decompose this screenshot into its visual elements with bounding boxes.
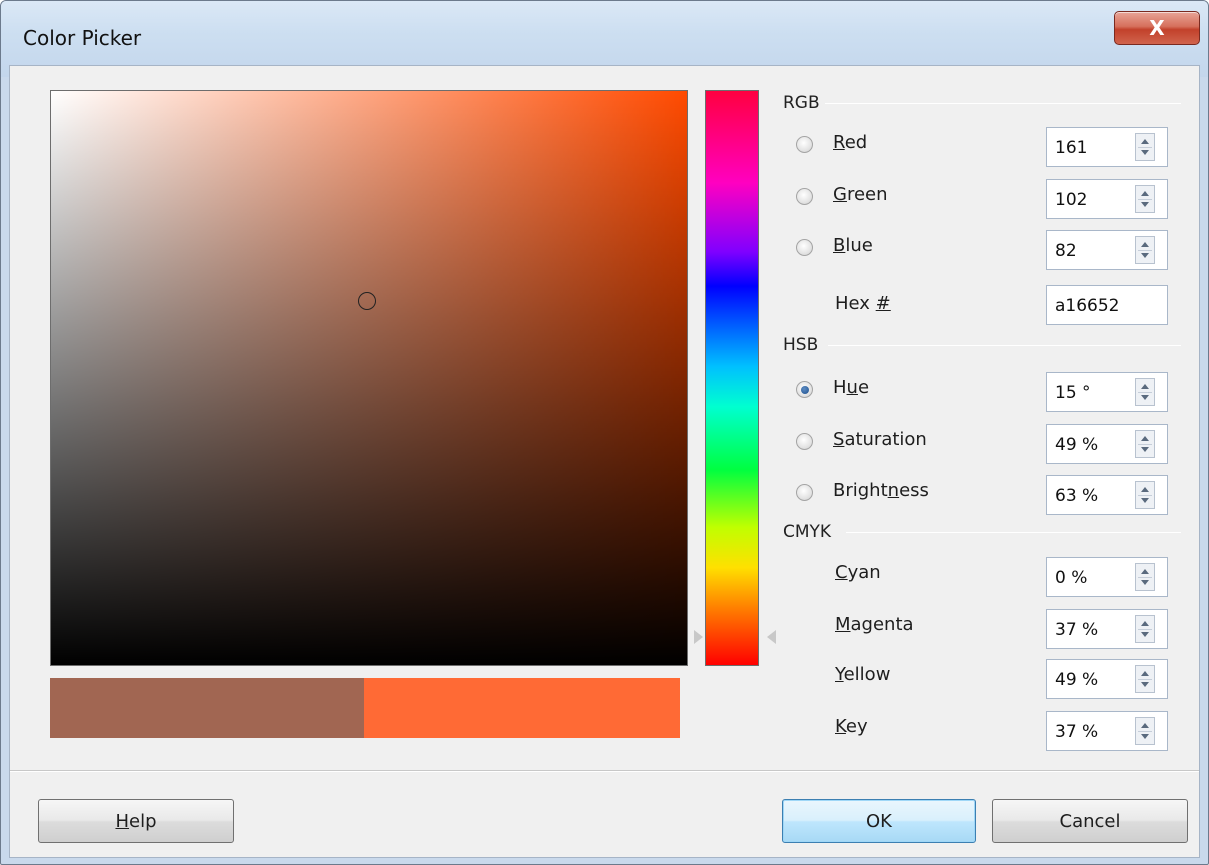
brightness-radio[interactable]	[796, 484, 813, 501]
hue-slider-frame	[705, 90, 759, 666]
blue-label: Blue	[833, 235, 873, 256]
new-color-preview	[364, 678, 680, 738]
hue-slider-right-arrow-icon[interactable]	[767, 630, 776, 644]
blue-spinbox[interactable]: 82	[1046, 230, 1168, 270]
hsb-group-divider	[828, 345, 1181, 346]
yellow-value: 49 %	[1055, 670, 1099, 690]
hue-slider-left-arrow-icon[interactable]	[694, 630, 703, 644]
color-cursor-handle[interactable]	[358, 292, 376, 310]
green-radio[interactable]	[796, 188, 813, 205]
cyan-label: Cyan	[835, 562, 881, 583]
spin-up-icon[interactable]	[1141, 384, 1149, 389]
spin-up-icon[interactable]	[1141, 139, 1149, 144]
hue-label: Hue	[833, 377, 870, 398]
yellow-label: Yellow	[835, 664, 891, 685]
spin-down-icon[interactable]	[1141, 498, 1149, 503]
red-spin-arrows[interactable]	[1135, 133, 1155, 161]
dialog-body: RGB Red 161 Green 102 Blue 82 Hex # a166…	[9, 65, 1200, 858]
cancel-button-label: Cancel	[1059, 810, 1121, 832]
hue-radio[interactable]	[796, 381, 813, 398]
spin-up-icon[interactable]	[1141, 242, 1149, 247]
cancel-button[interactable]: Cancel	[992, 799, 1188, 843]
spin-down-icon[interactable]	[1141, 734, 1149, 739]
spin-up-icon[interactable]	[1141, 621, 1149, 626]
saturation-spin-arrows[interactable]	[1135, 430, 1155, 458]
brightness-label: Brightness	[833, 480, 929, 501]
spin-down-icon[interactable]	[1141, 202, 1149, 207]
saturation-value: 49 %	[1055, 435, 1099, 455]
key-spin-arrows[interactable]	[1135, 717, 1155, 745]
spin-up-icon[interactable]	[1141, 723, 1149, 728]
cmyk-group-divider	[846, 532, 1181, 533]
spin-down-icon[interactable]	[1141, 580, 1149, 585]
hex-input[interactable]: a16652	[1046, 285, 1168, 325]
spin-up-icon[interactable]	[1141, 487, 1149, 492]
green-spin-arrows[interactable]	[1135, 185, 1155, 213]
rgb-group-divider	[825, 103, 1181, 104]
hsb-group-label: HSB	[783, 335, 819, 355]
brightness-spin-arrows[interactable]	[1135, 481, 1155, 509]
yellow-spin-arrows[interactable]	[1135, 665, 1155, 693]
hue-value: 15 °	[1055, 383, 1091, 403]
spin-up-icon[interactable]	[1141, 569, 1149, 574]
saturation-radio[interactable]	[796, 433, 813, 450]
cyan-spin-arrows[interactable]	[1135, 563, 1155, 591]
close-icon: X	[1149, 16, 1165, 40]
yellow-spinbox[interactable]: 49 %	[1046, 659, 1168, 699]
spin-down-icon[interactable]	[1141, 150, 1149, 155]
magenta-value: 37 %	[1055, 620, 1099, 640]
hue-slider[interactable]	[706, 91, 758, 665]
saturation-brightness-frame	[50, 90, 688, 666]
hex-value: a16652	[1055, 296, 1120, 316]
spin-up-icon[interactable]	[1141, 436, 1149, 441]
saturation-brightness-area[interactable]	[51, 91, 687, 665]
cyan-spinbox[interactable]: 0 %	[1046, 557, 1168, 597]
spin-down-icon[interactable]	[1141, 447, 1149, 452]
color-picker-dialog: Color Picker X RGB Red 161 Green 102 Blu…	[0, 0, 1209, 865]
ok-button-label: OK	[866, 810, 892, 832]
current-color-preview	[50, 678, 364, 738]
brightness-spinbox[interactable]: 63 %	[1046, 475, 1168, 515]
red-value: 161	[1055, 138, 1088, 158]
green-value: 102	[1055, 190, 1088, 210]
hex-label: Hex #	[835, 293, 891, 314]
key-spinbox[interactable]: 37 %	[1046, 711, 1168, 751]
spin-down-icon[interactable]	[1141, 253, 1149, 258]
spin-down-icon[interactable]	[1141, 395, 1149, 400]
saturation-spinbox[interactable]: 49 %	[1046, 424, 1168, 464]
help-button[interactable]: Help	[38, 799, 234, 843]
red-spinbox[interactable]: 161	[1046, 127, 1168, 167]
spin-down-icon[interactable]	[1141, 682, 1149, 687]
brightness-value: 63 %	[1055, 486, 1099, 506]
window-title: Color Picker	[23, 26, 142, 50]
saturation-label: Saturation	[833, 429, 927, 450]
magenta-spin-arrows[interactable]	[1135, 615, 1155, 643]
key-label: Key	[835, 716, 868, 737]
blue-radio[interactable]	[796, 239, 813, 256]
green-label: Green	[833, 184, 888, 205]
red-label: Red	[833, 132, 868, 153]
red-radio[interactable]	[796, 136, 813, 153]
spin-up-icon[interactable]	[1141, 671, 1149, 676]
key-value: 37 %	[1055, 722, 1099, 742]
magenta-spinbox[interactable]: 37 %	[1046, 609, 1168, 649]
blue-spin-arrows[interactable]	[1135, 236, 1155, 264]
spin-up-icon[interactable]	[1141, 191, 1149, 196]
hue-spinbox[interactable]: 15 °	[1046, 372, 1168, 412]
blue-value: 82	[1055, 241, 1077, 261]
hue-spin-arrows[interactable]	[1135, 378, 1155, 406]
cyan-value: 0 %	[1055, 568, 1088, 588]
button-separator	[10, 770, 1199, 772]
green-spinbox[interactable]: 102	[1046, 179, 1168, 219]
magenta-label: Magenta	[835, 614, 914, 635]
spin-down-icon[interactable]	[1141, 632, 1149, 637]
cmyk-group-label: CMYK	[783, 522, 832, 542]
close-button[interactable]: X	[1114, 11, 1200, 45]
help-button-label: Help	[115, 810, 157, 832]
rgb-group-label: RGB	[783, 93, 820, 113]
ok-button[interactable]: OK	[782, 799, 976, 843]
